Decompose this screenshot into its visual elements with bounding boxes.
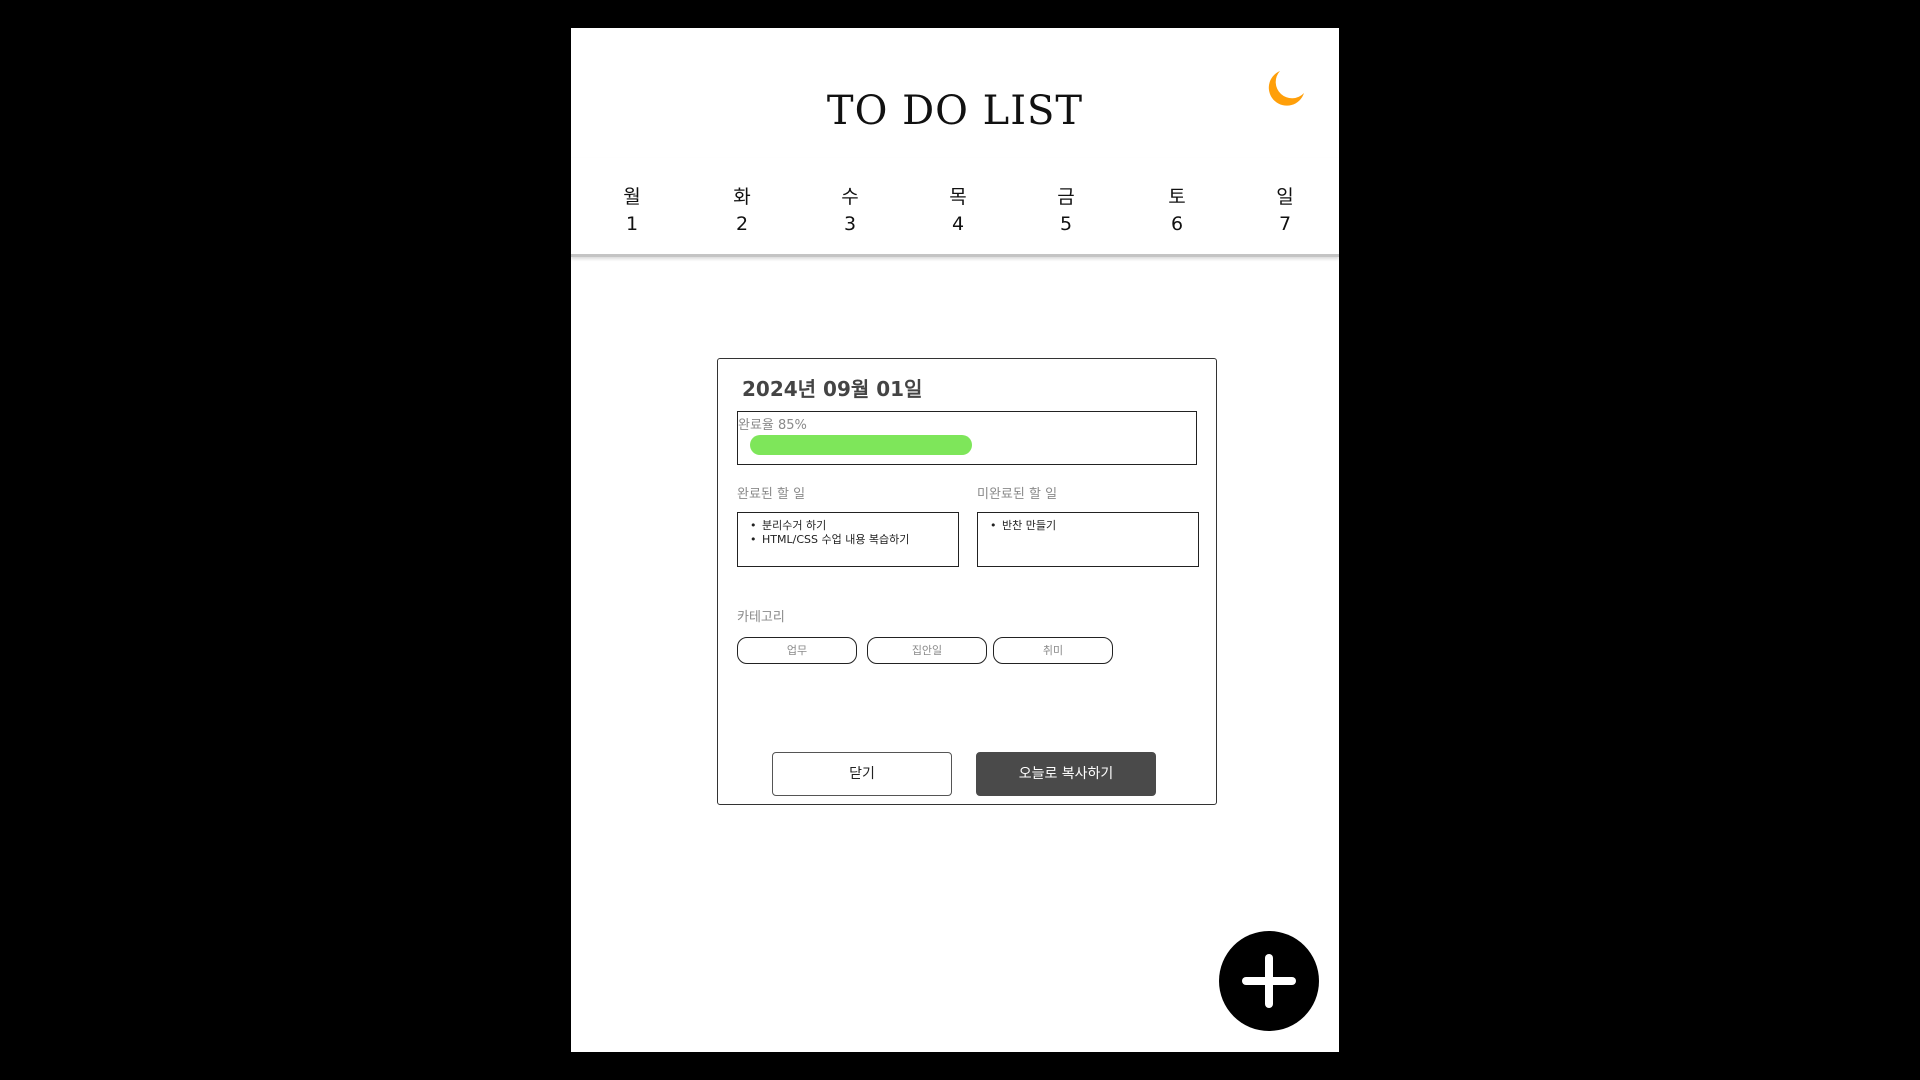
day-date: 4: [951, 213, 965, 235]
category-label: 카테고리: [737, 610, 785, 625]
category-chip-work[interactable]: 업무: [737, 637, 857, 664]
list-item: 분리수거 하기: [748, 519, 958, 533]
app-screen: TO DO LIST 월 1 화 2 수 3 목 4 금 5 토 6 일 7 2…: [571, 28, 1339, 1052]
modal-date-title: 2024년 09월 01일: [742, 377, 923, 401]
day-label: 월: [623, 186, 641, 208]
day-monday[interactable]: 월 1: [602, 184, 662, 238]
day-label: 수: [841, 186, 859, 208]
list-item: HTML/CSS 수업 내용 복습하기: [748, 533, 958, 547]
plus-icon: [1242, 954, 1296, 1008]
moon-icon: [1268, 71, 1304, 106]
theme-toggle-button[interactable]: [1263, 66, 1309, 112]
completed-tasks-box: 분리수거 하기 HTML/CSS 수업 내용 복습하기: [737, 512, 959, 567]
day-tuesday[interactable]: 화 2: [712, 184, 772, 238]
progress-fill: [750, 435, 973, 455]
day-date: 7: [1278, 213, 1292, 235]
day-date: 3: [843, 213, 857, 235]
list-item: 반찬 만들기: [988, 519, 1198, 533]
day-wednesday[interactable]: 수 3: [820, 184, 880, 238]
close-button[interactable]: 닫기: [772, 752, 952, 796]
day-label: 일: [1276, 186, 1294, 208]
day-friday[interactable]: 금 5: [1036, 184, 1096, 238]
progress-panel: 완료율 85%: [737, 411, 1197, 465]
page-title: TO DO LIST: [826, 88, 1084, 134]
category-chip-hobby[interactable]: 취미: [993, 637, 1113, 664]
add-task-button[interactable]: [1219, 931, 1319, 1031]
completed-tasks-label: 완료된 할 일: [737, 487, 806, 502]
day-label: 목: [949, 186, 967, 208]
day-date: 1: [625, 213, 639, 235]
copy-to-today-button[interactable]: 오늘로 복사하기: [976, 752, 1156, 796]
incomplete-tasks-label: 미완료된 할 일: [977, 487, 1058, 502]
day-label: 금: [1057, 186, 1075, 208]
day-date: 2: [735, 213, 749, 235]
day-date: 5: [1059, 213, 1073, 235]
day-saturday[interactable]: 토 6: [1147, 184, 1207, 238]
week-selector: 월 1 화 2 수 3 목 4 금 5 토 6 일 7: [571, 158, 1339, 257]
day-label: 토: [1168, 186, 1186, 208]
day-detail-modal: 2024년 09월 01일 완료율 85% 완료된 할 일 미완료된 할 일 분…: [717, 358, 1217, 805]
category-chip-housework[interactable]: 집안일: [867, 637, 987, 664]
progress-bar: [750, 435, 1186, 455]
progress-label: 완료율 85%: [738, 418, 807, 433]
day-date: 6: [1170, 213, 1184, 235]
day-label: 화: [733, 186, 751, 208]
day-sunday[interactable]: 일 7: [1255, 184, 1315, 238]
day-thursday[interactable]: 목 4: [928, 184, 988, 238]
incomplete-tasks-box: 반찬 만들기: [977, 512, 1199, 567]
